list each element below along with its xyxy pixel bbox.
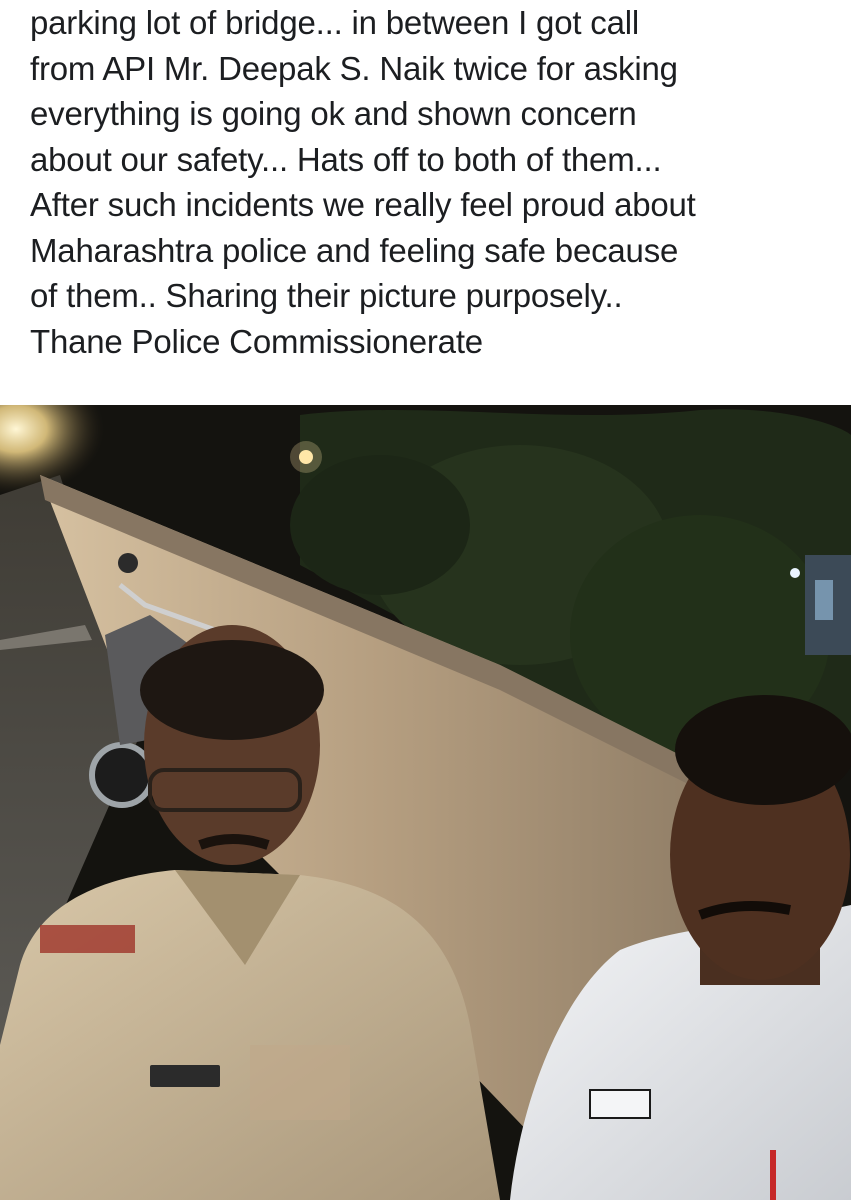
hair-left <box>140 640 324 740</box>
post-text-line: everything is going ok and shown concern <box>30 95 637 132</box>
post-photo-illustration <box>0 405 851 1200</box>
streetlight-halo <box>290 441 322 473</box>
hair-right <box>675 695 851 805</box>
post-text-line: of them.. Sharing their picture purposel… <box>30 277 623 314</box>
name-tag-left <box>150 1065 220 1087</box>
post-text-tag[interactable]: Thane Police Commissionerate <box>30 319 830 365</box>
post-text-line: After such incidents we really feel prou… <box>30 186 696 223</box>
shirt-pocket <box>250 1045 350 1120</box>
post-text-line: Maharashtra police and feeling safe beca… <box>30 231 679 269</box>
post-text: parking lot of bridge... in between I go… <box>30 0 830 364</box>
building-window <box>815 580 833 620</box>
shoulder-badge <box>40 925 135 953</box>
post-text-line: from API Mr. Deepak S. Naik twice for as… <box>30 49 678 87</box>
building-light <box>790 568 800 578</box>
post-photo[interactable] <box>0 405 851 1200</box>
name-tag-right <box>589 1089 651 1119</box>
post-text-line: parking lot of bridge... in between I go… <box>30 4 640 41</box>
post-text-line: about our safety... Hats off to both of … <box>30 140 662 178</box>
pen <box>770 1150 776 1200</box>
